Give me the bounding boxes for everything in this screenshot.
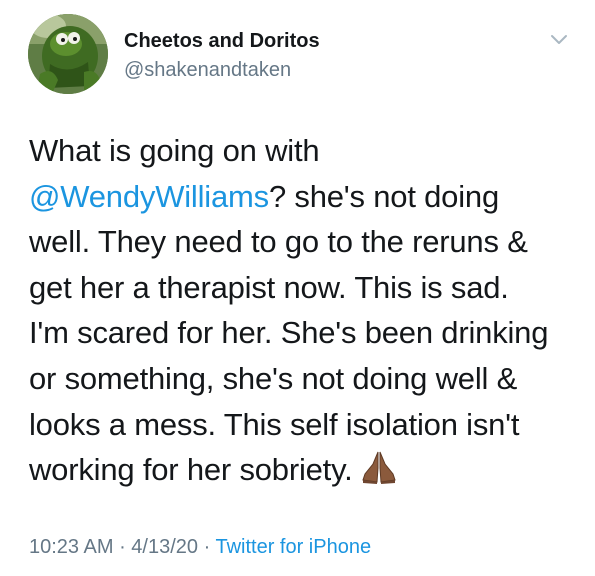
- folded-hands-emoji-icon: [361, 450, 397, 485]
- tweet-date[interactable]: 4/13/20: [131, 536, 198, 558]
- tweet-card: Cheetos and Doritos @shakenandtaken What…: [0, 0, 595, 576]
- tweet-line: @WendyWilliams? she's not doing: [29, 178, 499, 214]
- tweet-metadata: 10:23 AM · 4/13/20 · Twitter for iPhone: [29, 536, 371, 559]
- tweet-line: or something, she's not doing well &: [29, 360, 518, 396]
- mention-link[interactable]: @WendyWilliams: [29, 179, 269, 214]
- tweet-line: looks a mess. This self isolation isn't: [29, 406, 520, 442]
- tweet-line: What is going on with: [29, 133, 320, 168]
- author-handle[interactable]: @shakenandtaken: [124, 59, 291, 82]
- kermit-avatar-icon: [28, 14, 108, 94]
- chevron-down-icon[interactable]: [549, 32, 569, 46]
- tweet-line: I'm scared for her. She's been drinking: [29, 315, 549, 351]
- author-display-name[interactable]: Cheetos and Doritos: [124, 30, 320, 53]
- tweet-time: 10:23 AM: [29, 536, 114, 558]
- tweet-line: working for her sobriety.: [29, 447, 574, 493]
- avatar[interactable]: [28, 14, 108, 94]
- tweet-source-link[interactable]: Twitter for iPhone: [215, 536, 371, 558]
- meta-separator: ·: [198, 536, 216, 558]
- tweet-text: What is going on with @WendyWilliams? sh…: [29, 128, 574, 493]
- tweet-line: well. They need to go to the reruns &: [29, 224, 528, 260]
- tweet-line: get her a therapist now. This is sad.: [29, 269, 509, 305]
- meta-separator: ·: [113, 536, 132, 558]
